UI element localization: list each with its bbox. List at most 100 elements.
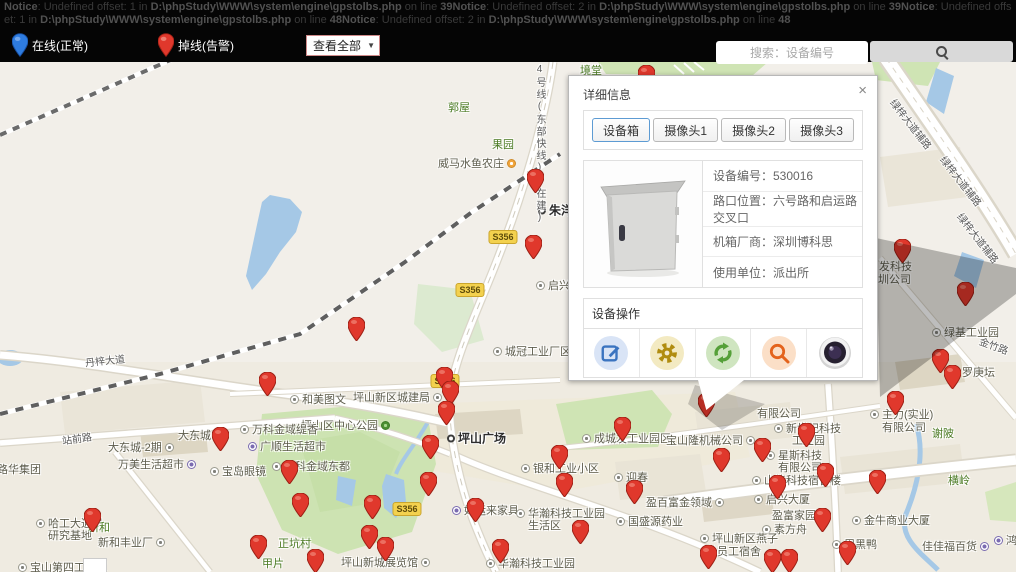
device-marker[interactable] xyxy=(307,549,324,572)
device-marker[interactable] xyxy=(556,473,573,497)
device-marker[interactable] xyxy=(348,317,365,341)
notice-text: 48 xyxy=(778,14,790,26)
dot-map-icon xyxy=(156,538,165,547)
dot-map-icon xyxy=(421,558,430,567)
device-marker[interactable] xyxy=(614,417,631,441)
map-label: 和美图文 xyxy=(290,391,346,407)
tab-camera-2[interactable]: 摄像头2 xyxy=(721,118,786,142)
device-marker[interactable] xyxy=(814,508,831,532)
ring-map-icon xyxy=(447,434,455,442)
map-label: 宝山隆机械公司 xyxy=(666,432,755,448)
dot-map-icon xyxy=(582,434,591,443)
device-marker[interactable] xyxy=(957,282,974,306)
view-filter-select[interactable]: 查看全部 ▼ xyxy=(306,35,380,56)
device-marker[interactable] xyxy=(944,365,961,389)
search-icon xyxy=(762,336,796,370)
device-marker[interactable] xyxy=(492,539,509,563)
dot-map-icon xyxy=(754,495,763,504)
popup-close-button[interactable]: × xyxy=(858,83,867,98)
chevron-down-icon: ▼ xyxy=(367,41,375,50)
notice-text: D:\phpStudy\WWW\system\engine\gpstolbs.p… xyxy=(151,1,402,13)
device-marker[interactable] xyxy=(292,493,309,517)
road-badge-s356: S356 xyxy=(488,230,517,244)
device-marker[interactable] xyxy=(212,427,229,451)
device-marker[interactable] xyxy=(781,549,798,572)
refresh-operation-button[interactable] xyxy=(696,329,752,377)
device-marker[interactable] xyxy=(894,239,911,263)
device-marker[interactable] xyxy=(713,448,730,472)
m-map-icon xyxy=(248,442,257,451)
device-marker[interactable] xyxy=(764,549,781,572)
camera-operation-button[interactable] xyxy=(807,329,862,377)
map-control-box xyxy=(83,558,107,572)
settings-icon xyxy=(650,336,684,370)
device-marker[interactable] xyxy=(839,541,856,565)
device-marker[interactable] xyxy=(798,423,815,447)
m-map-icon xyxy=(452,506,461,515)
legend-offline-label: 掉线(告警) xyxy=(178,37,234,54)
road-badge-s356: S356 xyxy=(455,283,484,297)
refresh-icon xyxy=(706,336,740,370)
device-marker[interactable] xyxy=(626,480,643,504)
device-marker[interactable] xyxy=(527,169,544,193)
map-label: 4号线(东部快线)(在建) xyxy=(532,64,547,225)
operations-row xyxy=(583,329,863,378)
device-marker[interactable] xyxy=(438,401,455,425)
search-operation-button[interactable] xyxy=(751,329,807,377)
dot-map-icon xyxy=(521,464,530,473)
device-marker[interactable] xyxy=(869,470,886,494)
map-label: 佳佳福百货 xyxy=(922,538,989,554)
info-row: 机箱厂商：深圳博科思 xyxy=(703,227,862,258)
info-row: 使用单位：派出所 xyxy=(703,257,862,287)
notice-text: Notice xyxy=(342,14,376,26)
device-marker[interactable] xyxy=(467,498,484,522)
device-marker[interactable] xyxy=(364,495,381,519)
notice-text: D:\phpStudy\WWW\system\engine\gpstolbs.p… xyxy=(599,1,850,13)
notice-text: D:\phpStudy\WWW\system\engine\gpstolbs.p… xyxy=(40,14,291,26)
device-marker[interactable] xyxy=(572,520,589,544)
tab-camera-3[interactable]: 摄像头3 xyxy=(789,118,854,142)
map-label: 坪山广场 xyxy=(447,430,506,447)
device-info-rows: 设备编号：530016路口位置：六号路和启运路交叉口机箱厂商：深圳博科思使用单位… xyxy=(703,161,862,287)
info-row: 路口位置：六号路和启运路交叉口 xyxy=(703,192,862,227)
notice-text: : Undefined offset: 2 in xyxy=(486,1,599,13)
device-marker[interactable] xyxy=(361,525,378,549)
search-icon xyxy=(935,45,949,59)
device-marker[interactable] xyxy=(551,445,568,469)
notice-text: on line xyxy=(402,1,441,13)
notice-text: : Undefined offset: 2 in xyxy=(376,14,489,26)
device-marker[interactable] xyxy=(420,472,437,496)
map-label: 万美生活超市 xyxy=(118,456,196,472)
notice-text: Notice xyxy=(901,1,935,13)
device-marker[interactable] xyxy=(377,537,394,561)
map-canvas[interactable]: 郭屋果园威马水鱼农庄朱洋坑境堂4号线(东部快线)(在建)启兴工业区城冠工业厂区丹… xyxy=(0,62,1016,572)
device-marker[interactable] xyxy=(754,438,771,462)
edit-operation-button[interactable] xyxy=(584,329,640,377)
device-marker[interactable] xyxy=(281,460,298,484)
tab-device-box[interactable]: 设备箱 xyxy=(592,118,650,142)
device-marker[interactable] xyxy=(525,235,542,259)
device-marker[interactable] xyxy=(259,372,276,396)
device-marker[interactable] xyxy=(817,463,834,487)
map-label: 威马水鱼农庄 xyxy=(438,155,516,171)
dot-map-icon xyxy=(272,462,281,471)
tab-camera-1[interactable]: 摄像头1 xyxy=(653,118,718,142)
device-marker[interactable] xyxy=(700,545,717,569)
device-marker[interactable] xyxy=(250,535,267,559)
map-label: 郭屋 xyxy=(448,99,470,115)
search-input[interactable] xyxy=(716,41,868,64)
search-button[interactable] xyxy=(870,41,1013,62)
dot-map-icon xyxy=(715,498,724,507)
food-map-icon xyxy=(507,159,516,168)
m-map-icon xyxy=(187,460,196,469)
notice-text: 39 xyxy=(440,1,452,13)
device-marker[interactable] xyxy=(84,508,101,532)
settings-operation-button[interactable] xyxy=(640,329,696,377)
dot-map-icon xyxy=(18,563,27,572)
dot-map-icon xyxy=(752,476,761,485)
map-label: 宝岛眼镜 xyxy=(210,463,266,479)
device-marker[interactable] xyxy=(769,475,786,499)
device-marker[interactable] xyxy=(887,391,904,415)
device-marker[interactable] xyxy=(422,435,439,459)
device-info-popup: 详细信息 × 设备箱摄像头1摄像头2摄像头3 设备编号：530016路口位置：六… xyxy=(568,75,878,381)
